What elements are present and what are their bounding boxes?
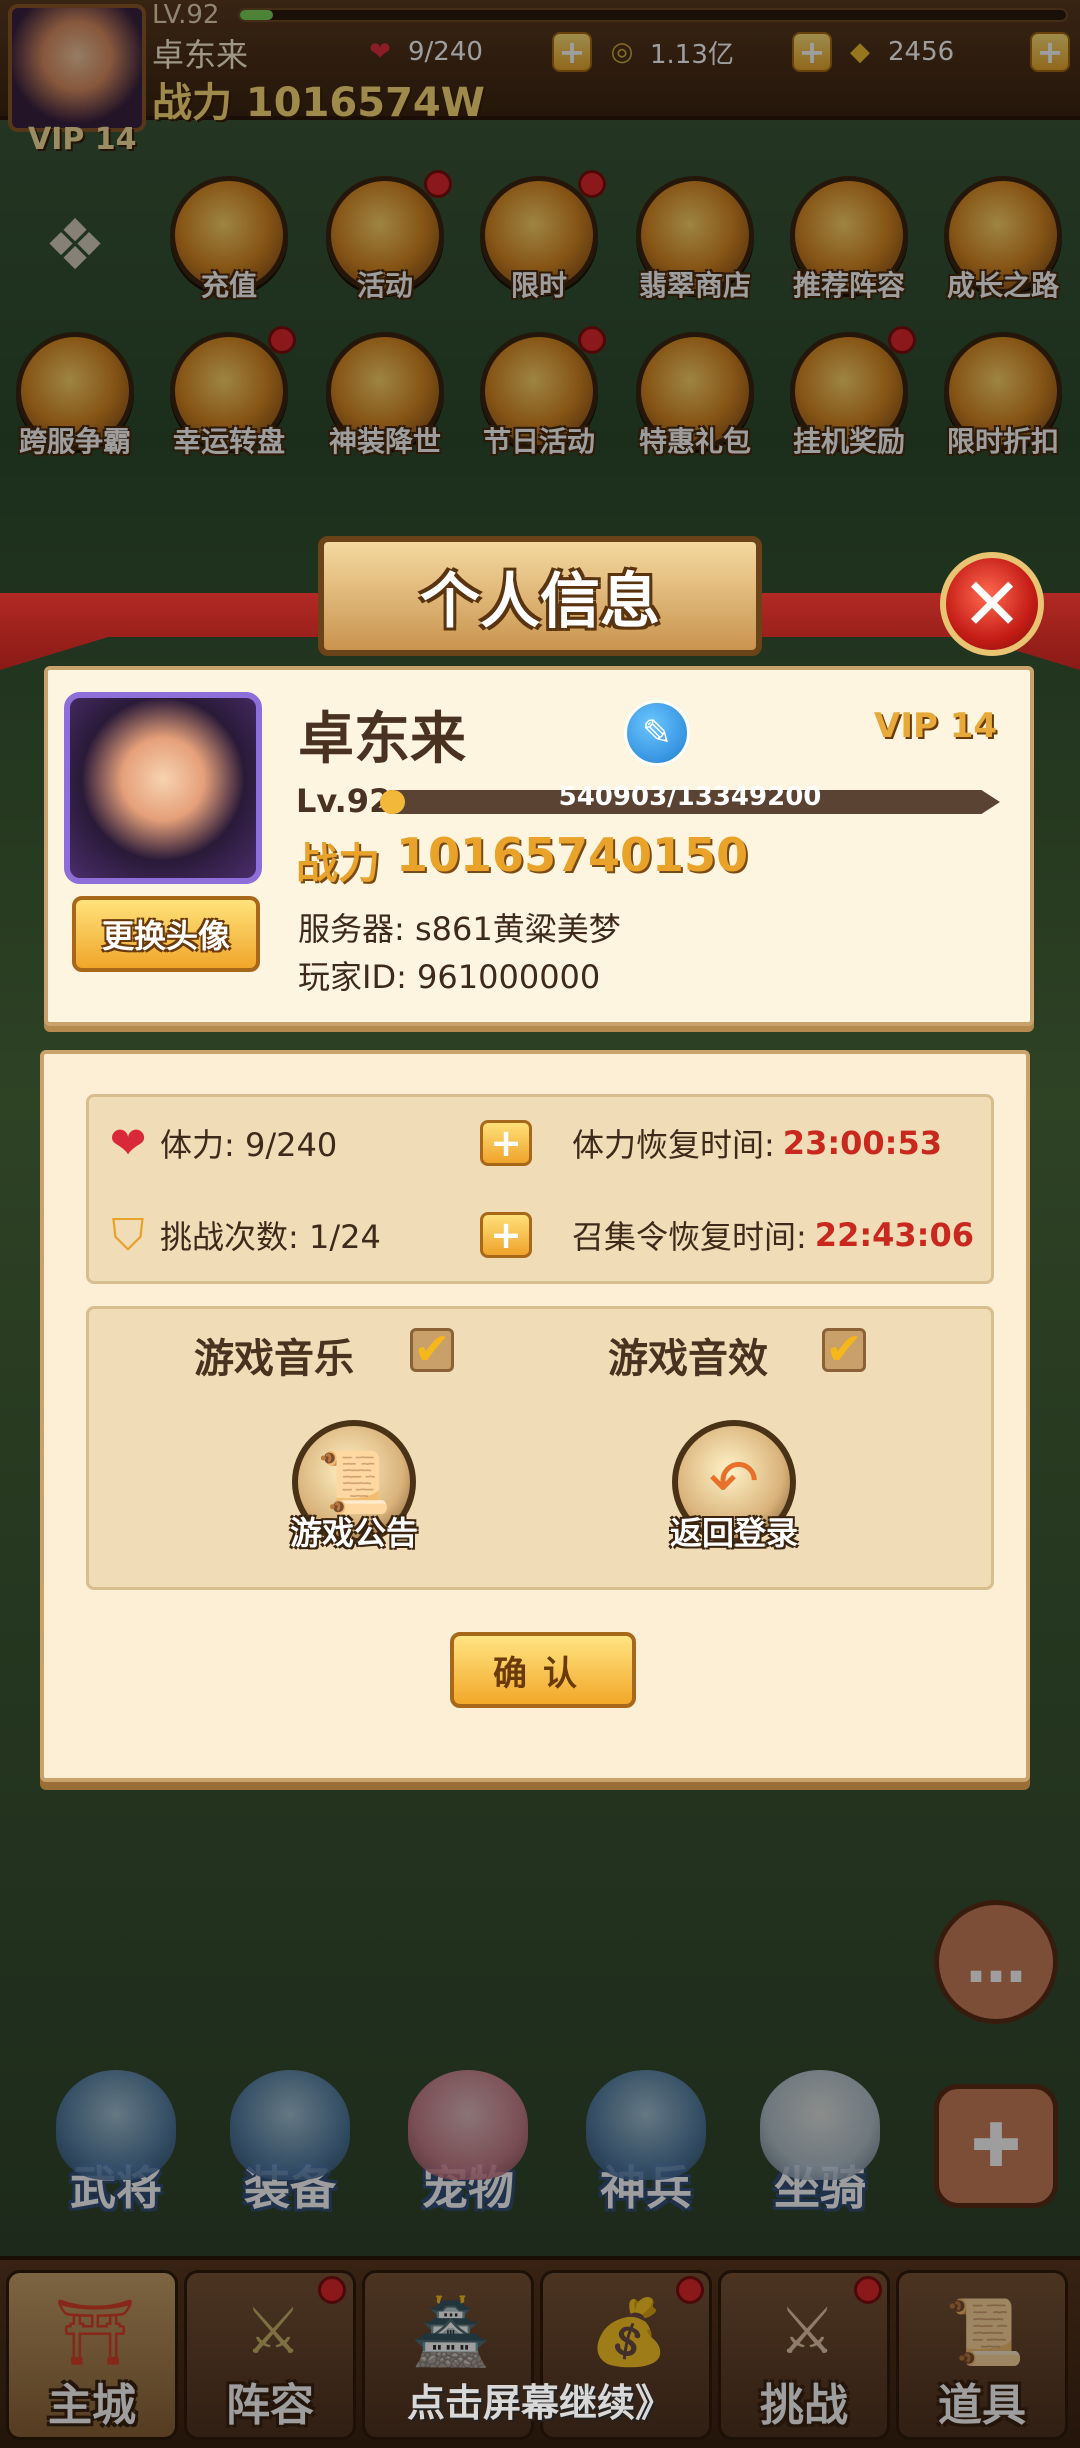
change-avatar-button[interactable]: 更换头像	[72, 896, 260, 972]
sfx-label: 游戏音效	[608, 1336, 768, 1382]
player-level: Lv.92	[296, 782, 392, 820]
badge-icon: ⛉	[111, 1209, 145, 1261]
challenge-row: ⛉ 挑战次数: 1/24 + 召集令恢复时间: 22:43:06	[100, 1200, 980, 1270]
stamina-text: 体力: 9/240	[160, 1126, 338, 1164]
heart-icon: ❤	[109, 1117, 147, 1169]
vip-badge: VIP 14	[874, 706, 998, 746]
stamina-row: ❤ 体力: 9/240 + 体力恢复时间: 23:00:53	[100, 1108, 980, 1178]
add-stamina-button[interactable]: +	[480, 1120, 532, 1166]
return-arrow-icon: ↶	[708, 1447, 760, 1517]
edit-name-button[interactable]: ✎	[624, 700, 690, 766]
power-value: 10165740150	[396, 828, 749, 882]
stamina-timer-label: 体力恢复时间:	[572, 1126, 775, 1164]
sfx-checkbox[interactable]: ✔	[822, 1328, 866, 1372]
confirm-button[interactable]: 确认	[450, 1632, 636, 1708]
music-checkbox[interactable]: ✔	[410, 1328, 454, 1372]
player-id: 玩家ID: 961000000	[298, 958, 601, 996]
close-icon: ✕	[961, 562, 1023, 646]
close-button[interactable]: ✕	[940, 552, 1044, 656]
stamina-timer: 23:00:53	[782, 1124, 942, 1162]
tap-to-continue-hint: 点击屏幕继续》	[406, 2381, 673, 2425]
game-notice-label: 游戏公告	[289, 1514, 418, 1552]
power-label: 战力	[296, 839, 381, 888]
summon-timer-label: 召集令恢复时间:	[572, 1218, 807, 1256]
challenge-text: 挑战次数: 1/24	[160, 1218, 381, 1256]
return-login-label: 返回登录	[669, 1514, 798, 1552]
add-challenge-button[interactable]: +	[480, 1212, 532, 1258]
music-label: 游戏音乐	[194, 1336, 354, 1382]
player-portrait	[64, 692, 262, 884]
pencil-icon: ✎	[641, 712, 673, 754]
scroll-icon: 📜	[316, 1447, 392, 1518]
exp-text: 540903/13349200	[558, 782, 822, 812]
player-name: 卓东来	[298, 707, 466, 772]
summon-timer: 22:43:06	[814, 1216, 974, 1254]
checkmark-icon: ✔	[825, 1324, 863, 1375]
server-info: 服务器: s861黄粱美梦	[298, 910, 621, 948]
dialog-title-plaque: 个人信息	[318, 536, 762, 656]
checkmark-icon: ✔	[413, 1324, 451, 1375]
dialog-title: 个人信息	[420, 566, 660, 637]
